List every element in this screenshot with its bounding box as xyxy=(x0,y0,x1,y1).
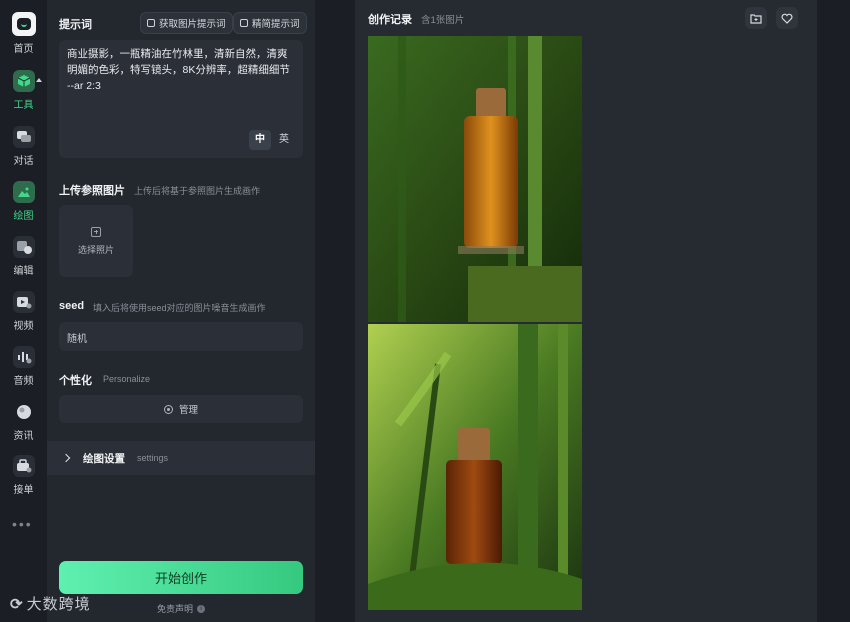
chat-icon xyxy=(12,126,35,148)
nav-label-draw: 绘图 xyxy=(13,211,34,222)
image-icon xyxy=(147,19,155,27)
upload-photo-label: 选择照片 xyxy=(77,244,114,255)
news-icon xyxy=(13,401,35,423)
upload-photo-button[interactable]: 选择照片 xyxy=(59,205,133,277)
prompt-label: 提示词 xyxy=(59,19,92,31)
folder-icon[interactable] xyxy=(745,7,767,29)
app-window: 首页 工具 对话 绘图 编辑 视频 音频 资讯 接单 ••• 提示词 获取图片提… xyxy=(0,0,850,622)
seed-input[interactable]: 随机 xyxy=(59,322,303,351)
get-image-prompt-label: 获取图片提示词 xyxy=(159,19,226,30)
refine-prompt-label: 精简提示词 xyxy=(252,19,300,30)
disclaimer-link[interactable]: 免责声明 i xyxy=(157,602,206,615)
nav-item-news[interactable]: 资讯 xyxy=(0,401,47,442)
nav-label-home: 首页 xyxy=(13,44,34,55)
lang-en-button[interactable]: 英 xyxy=(273,130,295,150)
nav-label-audio: 音频 xyxy=(13,376,34,387)
seed-label: seed xyxy=(59,300,85,312)
get-image-prompt-button[interactable]: 获取图片提示词 xyxy=(140,12,233,34)
personalize-sub: Personalize xyxy=(103,374,151,384)
audio-icon xyxy=(12,346,35,368)
language-toggle[interactable]: 中 英 xyxy=(249,130,295,150)
picture-icon xyxy=(12,181,35,203)
generation-form-panel: 提示词 获取图片提示词 精简提示词 商业摄影，一瓶精油在竹林里，清新自然，清爽明… xyxy=(47,0,315,622)
watermark-text: 大数跨境 xyxy=(26,596,91,613)
nav-item-audio[interactable]: 音频 xyxy=(0,346,47,387)
nav-label-video: 视频 xyxy=(13,321,34,332)
nav-label-chat: 对话 xyxy=(13,156,34,167)
prompt-text[interactable]: 商业摄影，一瓶精油在竹林里，清新自然，清爽明媚的色彩，特写镜头，8K分辨率，超精… xyxy=(67,48,290,92)
nav-item-draw[interactable]: 绘图 xyxy=(0,181,47,222)
cube-icon xyxy=(12,70,35,92)
watermark: ⟳ 大数跨境 xyxy=(10,593,91,614)
nav-label-edit: 编辑 xyxy=(13,266,34,277)
refine-prompt-button[interactable]: 精简提示词 xyxy=(233,12,307,34)
prompt-textarea[interactable]: 商业摄影，一瓶精油在竹林里，清新自然，清爽明媚的色彩，特写镜头，8K分辨率，超精… xyxy=(59,40,303,158)
chevron-right-icon xyxy=(61,453,71,463)
records-title: 创作记录 xyxy=(368,14,412,26)
info-icon: i xyxy=(197,604,206,613)
watermark-logo-icon: ⟳ xyxy=(10,595,23,613)
start-create-button[interactable]: 开始创作 xyxy=(59,561,303,594)
left-nav: 首页 工具 对话 绘图 编辑 视频 音频 资讯 接单 ••• xyxy=(0,0,47,622)
lang-zh-button[interactable]: 中 xyxy=(249,130,271,150)
draw-settings-label: 绘图设置 xyxy=(83,452,125,465)
nav-item-orders[interactable]: 接单 xyxy=(0,455,47,496)
generated-image-2[interactable] xyxy=(368,36,582,322)
briefcase-icon xyxy=(12,455,35,477)
reference-label: 上传参照图片 xyxy=(59,185,125,197)
generated-image-4[interactable] xyxy=(368,324,582,610)
draw-settings-toggle[interactable]: 绘图设置 settings xyxy=(47,441,315,475)
personalize-label: 个性化 xyxy=(59,375,92,387)
target-icon xyxy=(163,404,173,414)
edit-image-icon xyxy=(12,236,35,258)
nav-item-chat[interactable]: 对话 xyxy=(0,126,47,167)
creation-records-panel: 创作记录 含1张图片 xyxy=(355,0,817,622)
nav-item-home[interactable]: 首页 xyxy=(0,12,47,55)
records-count: 含1张图片 xyxy=(421,15,465,26)
sparkle-icon xyxy=(240,19,248,27)
nav-item-video[interactable]: 视频 xyxy=(0,291,47,332)
chevron-up-icon xyxy=(36,78,42,82)
nav-label-news: 资讯 xyxy=(13,431,34,442)
nav-label-tools: 工具 xyxy=(13,100,34,111)
nav-item-tools[interactable]: 工具 xyxy=(0,70,47,111)
video-icon xyxy=(12,291,35,313)
manage-button[interactable]: 管理 xyxy=(59,395,303,423)
more-icon[interactable]: ••• xyxy=(12,516,33,532)
reference-hint: 上传后将基于参照图片生成画作 xyxy=(134,186,261,196)
heart-icon[interactable] xyxy=(776,7,798,29)
generated-image-grid xyxy=(368,36,798,622)
seed-hint: 填入后将使用seed对应的图片噪音生成画作 xyxy=(93,303,266,313)
plus-icon xyxy=(91,226,101,237)
disclaimer-label: 免责声明 xyxy=(157,604,194,614)
nav-label-orders: 接单 xyxy=(13,485,34,496)
app-logo-icon xyxy=(11,12,36,36)
nav-item-edit[interactable]: 编辑 xyxy=(0,236,47,277)
manage-label: 管理 xyxy=(178,405,198,416)
draw-settings-sub: settings xyxy=(137,453,169,463)
